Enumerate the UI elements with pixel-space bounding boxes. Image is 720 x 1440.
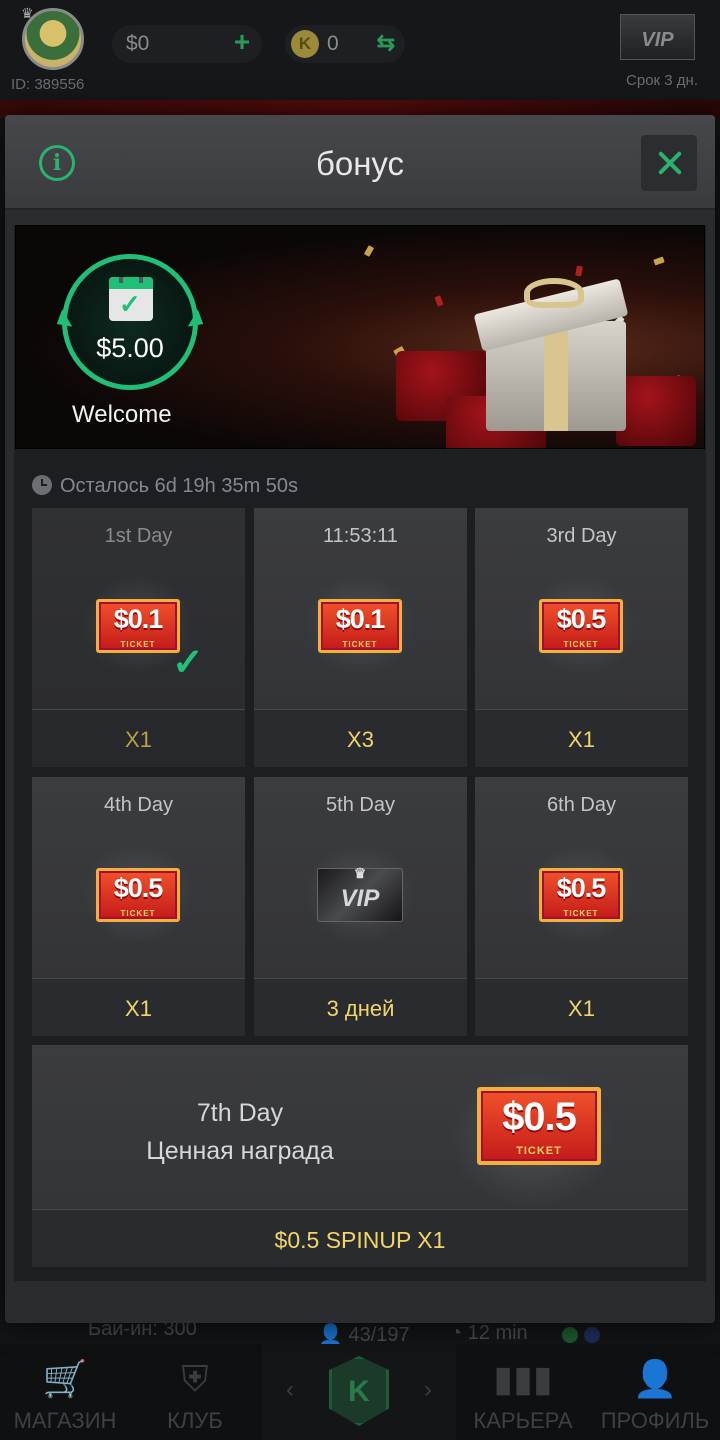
day-label: 6th Day [547, 794, 616, 816]
day-card-4[interactable]: 4th Day $0.5 TICKET X1 [32, 777, 245, 1036]
gift-bow [524, 278, 584, 308]
nav-shop[interactable]: 🛒 МАГАЗИН [0, 1344, 130, 1440]
checkmark-icon: ✓ [172, 642, 204, 684]
ticket-word: TICKET [120, 909, 156, 918]
ticket-icon: $0.1 TICKET [96, 599, 180, 653]
coin-icon: K [291, 30, 319, 58]
day-label: 4th Day [104, 794, 173, 816]
ticket-amount: $0.1 [113, 604, 164, 634]
nav-shop-label: МАГАЗИН [13, 1408, 117, 1433]
grand-multiplier: $0.5 SPINUP X1 [32, 1209, 688, 1267]
game-time: ◔ 12 min [450, 1322, 528, 1344]
crown-icon: ♛ [21, 5, 34, 21]
day-multiplier: 3 дней [254, 978, 467, 1036]
ticket-word: TICKET [516, 1145, 562, 1157]
welcome-banner: ✓ $5.00 Welcome [15, 225, 705, 449]
welcome-bonus-ring: ✓ $5.00 [51, 254, 209, 390]
ticket-icon: $0.5 TICKET [96, 868, 180, 922]
exchange-icon[interactable]: ⇆ [377, 30, 395, 56]
top-bar: ♛ ID: 389556 $0 + K 0 ⇆ VIP Срок 3 дн. [0, 0, 720, 100]
day-label: 1st Day [104, 525, 173, 547]
balance-value: $0 [126, 32, 150, 55]
person-icon: 👤 [632, 1358, 678, 1399]
chevron-right-icon[interactable]: › [424, 1376, 432, 1404]
ticket-amount: $0.5 [502, 1095, 577, 1139]
day-label: 7th Day [196, 1099, 284, 1127]
close-button[interactable] [641, 135, 697, 191]
vip-term: Срок 3 дн. [626, 72, 698, 89]
modal-body: ✓ $5.00 Welcome Осталось 6d 19h 35m 50s … [14, 225, 706, 1281]
grand-reward-label: Ценная награда [146, 1137, 334, 1165]
ticket-word: TICKET [563, 640, 599, 649]
day-label: 5th Day [326, 794, 395, 816]
ticket-icon: $0.1 TICKET [318, 599, 402, 653]
day-multiplier: X1 [32, 709, 245, 767]
bottom-nav: 🛒 МАГАЗИН ⛨ КЛУБ ‹ K › ▮▮▮ КАРЬЕРА 👤 ПРО… [0, 1344, 720, 1440]
vip-badge[interactable]: VIP [620, 14, 695, 60]
nav-profile[interactable]: 👤 ПРОФИЛЬ [590, 1344, 720, 1440]
ticket-amount: $0.5 [113, 873, 164, 903]
bonus-countdown: Осталось 6d 19h 35m 50s [32, 475, 298, 498]
nav-profile-label: ПРОФИЛЬ [600, 1408, 710, 1433]
chevron-left-icon[interactable]: ‹ [286, 1376, 294, 1404]
day-card-2[interactable]: 11:53:11 $0.1 TICKET X3 [254, 508, 467, 767]
welcome-caption: Welcome [72, 401, 172, 428]
ticket-word: TICKET [120, 640, 156, 649]
time-value: 12 min [467, 1322, 528, 1344]
ticket-icon: $0.5 TICKET [539, 868, 623, 922]
nav-club-label: КЛУБ [167, 1408, 223, 1433]
countdown-text: Осталось 6d 19h 35m 50s [60, 475, 299, 497]
vip-card-label: VIP [340, 885, 380, 912]
nav-club[interactable]: ⛨ КЛУБ [130, 1344, 260, 1440]
day-multiplier: X1 [475, 978, 688, 1036]
day-card-1[interactable]: 1st Day $0.1 TICKET ✓ X1 [32, 508, 245, 767]
screen: ♛ ID: 389556 $0 + K 0 ⇆ VIP Срок 3 дн. Б… [0, 0, 720, 1440]
nav-career-label: КАРЬЕРА [473, 1408, 573, 1433]
modal-header: i бонус [5, 115, 715, 210]
ticket-icon: $0.5 TICKET [477, 1087, 601, 1165]
ticket-icon: $0.5 TICKET [539, 599, 623, 653]
bonus-modal: i бонус ✓ $5.00 Welcome Осталось 6d 19h … [5, 115, 715, 1323]
day-multiplier: X1 [32, 978, 245, 1036]
coin-pill: K 0 ⇆ [285, 25, 405, 63]
ticket-word: TICKET [342, 640, 378, 649]
day-multiplier: X3 [254, 709, 467, 767]
add-funds-icon[interactable]: + [228, 28, 256, 57]
logo-icon: K [329, 1356, 389, 1426]
players-value: 43/197 [348, 1324, 410, 1346]
vip-card-icon: ♛ VIP [317, 865, 403, 922]
clock-icon [32, 475, 52, 495]
day-card-5[interactable]: 5th Day ♛ VIP 3 дней [254, 777, 467, 1036]
avatar[interactable]: ♛ [21, 5, 84, 70]
welcome-bonus-amount: $5.00 [96, 333, 164, 363]
day-multiplier: X1 [475, 709, 688, 767]
shield-icon: ⛨ [181, 1358, 209, 1399]
user-id: ID: 389556 [11, 76, 85, 93]
day-timer: 11:53:11 [323, 525, 398, 547]
day-label: 3rd Day [546, 525, 617, 547]
cart-icon: 🛒 [42, 1358, 88, 1399]
bar-chart-icon: ▮▮▮ [493, 1358, 553, 1399]
modal-title: бонус [315, 145, 405, 182]
nav-career[interactable]: ▮▮▮ КАРЬЕРА [458, 1344, 588, 1440]
day-card-6[interactable]: 6th Day $0.5 TICKET X1 [475, 777, 688, 1036]
day-card-3[interactable]: 3rd Day $0.5 TICKET X1 [475, 508, 688, 767]
calendar-icon: ✓ [109, 277, 153, 321]
ticket-word: TICKET [563, 909, 599, 918]
day-card-7[interactable]: 7th Day Ценная награда $0.5 TICKET $0.5 S… [32, 1045, 688, 1267]
ticket-amount: $0.5 [556, 873, 607, 903]
ticket-amount: $0.5 [556, 604, 607, 634]
coin-value: 0 [327, 32, 339, 55]
red-gift-box [616, 376, 696, 446]
balance-pill: $0 + [112, 25, 262, 63]
nav-home[interactable]: ‹ K › [262, 1344, 456, 1440]
ticket-amount: $0.1 [335, 604, 386, 634]
